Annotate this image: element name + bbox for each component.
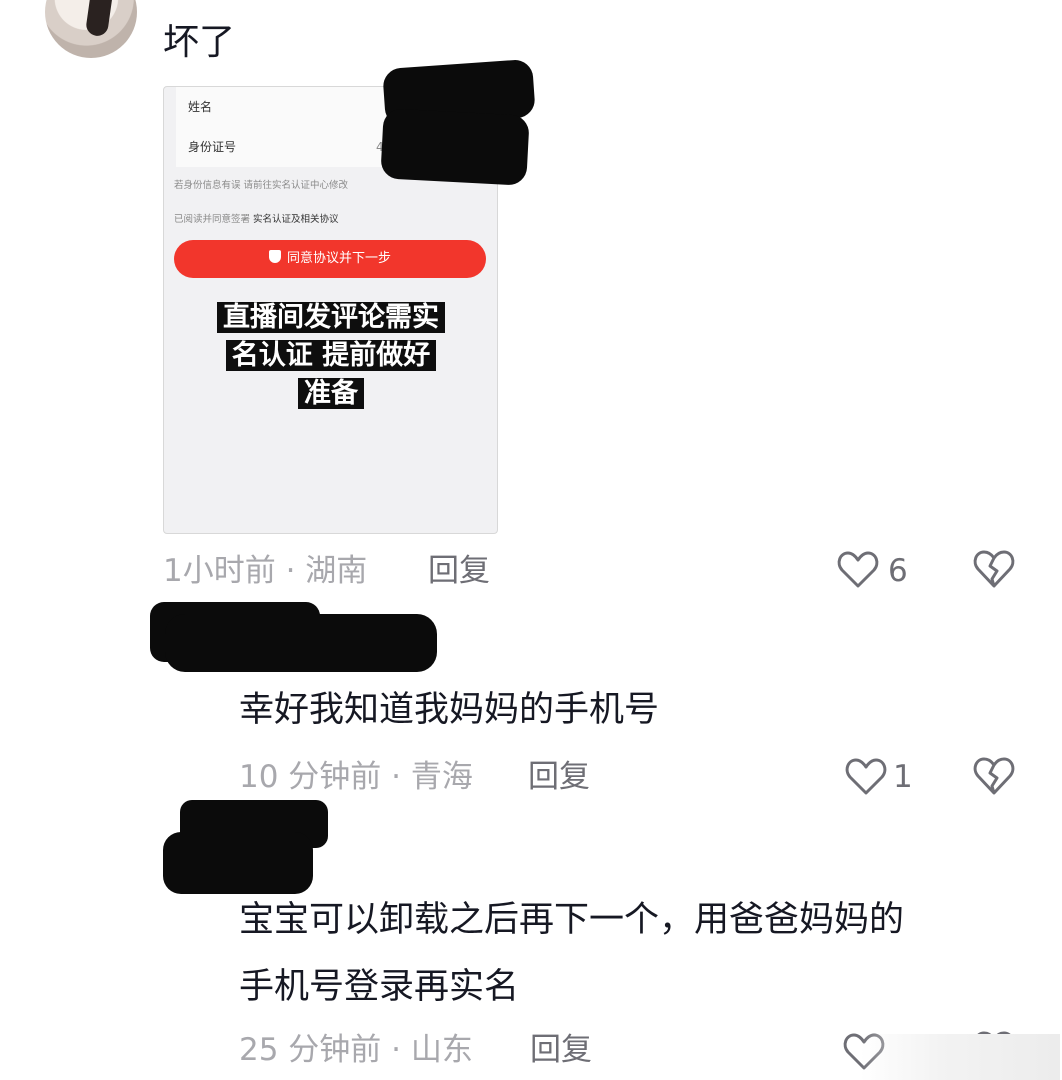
heart-icon[interactable] — [845, 758, 887, 796]
info-note: 若身份信息有误 请前往实名认证中心修改 — [174, 180, 349, 191]
reply-meta: 10 分钟前 · 青海 — [239, 759, 473, 795]
like-count: 6 — [888, 553, 908, 589]
name-label: 姓名 — [188, 100, 213, 114]
reply-button[interactable]: 回复 — [528, 757, 590, 797]
reply-button[interactable]: 回复 — [428, 551, 490, 591]
comment-meta: 1小时前 · 湖南 — [163, 553, 368, 589]
broken-heart-icon[interactable] — [973, 756, 1015, 796]
agreement-line: 已阅读并同意签署 实名认证及相关协议 — [174, 211, 339, 225]
censor-mark — [380, 108, 530, 186]
reply-meta: 25 分钟前 · 山东 — [239, 1032, 473, 1068]
id-label: 身份证号 — [188, 140, 237, 154]
shield-icon — [268, 250, 281, 263]
censored-username — [163, 832, 313, 894]
censored-username — [165, 614, 437, 672]
reply-text: 幸好我知道我妈妈的手机号 — [239, 690, 660, 730]
video-caption: 直播间发评论需实 名认证 提前做好 准备 — [196, 299, 466, 413]
reply-text-line: 宝宝可以卸载之后再下一个，用爸爸妈妈的 — [239, 900, 905, 940]
comment-text: 坏了 — [163, 22, 236, 63]
agree-next-label: 同意协议并下一步 — [286, 251, 391, 266]
like-count: 1 — [893, 759, 913, 795]
agree-next-button: 同意协议并下一步 — [174, 240, 486, 278]
reply-button[interactable]: 回复 — [530, 1030, 592, 1070]
agree-prefix: 已阅读并同意签署 — [174, 214, 251, 225]
caption-line: 直播间发评论需实 — [217, 302, 445, 333]
reply-text-line: 手机号登录再实名 — [239, 967, 520, 1007]
watermark-overlay — [860, 1034, 1060, 1080]
agree-link: 实名认证及相关协议 — [253, 214, 339, 225]
avatar[interactable] — [45, 0, 137, 58]
broken-heart-icon[interactable] — [973, 549, 1015, 589]
caption-line: 准备 — [298, 378, 364, 409]
caption-line: 名认证 提前做好 — [225, 340, 437, 371]
heart-icon[interactable] — [837, 551, 879, 589]
